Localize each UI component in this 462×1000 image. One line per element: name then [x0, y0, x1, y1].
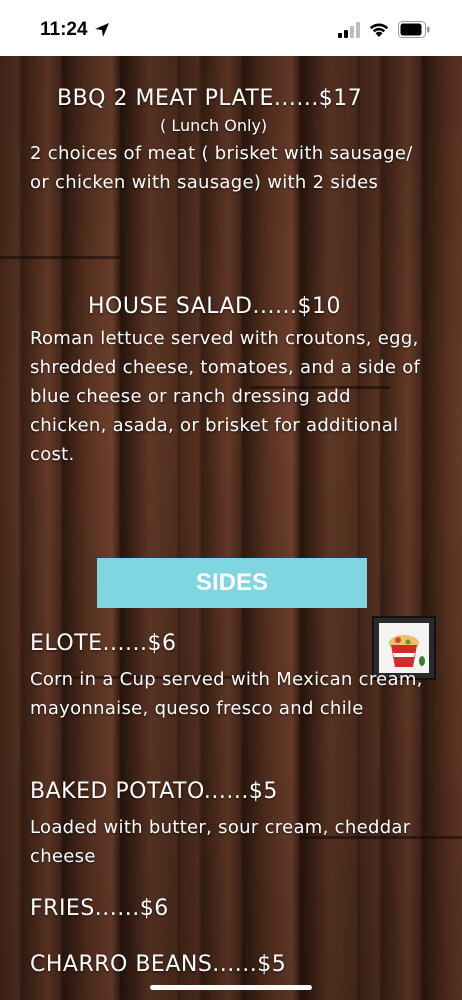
side-description-elote: Corn in a Cup served with Mexican cream,… [30, 669, 423, 719]
item-subtitle-lunch-only: ( Lunch Only) [160, 116, 268, 135]
item-description-house-salad: Roman lettuce served with croutons, egg,… [30, 328, 421, 465]
sides-heading-bar: SIDES [97, 558, 367, 608]
status-time: 11:24 [40, 19, 88, 40]
menu-board[interactable]: BBQ 2 MEAT PLATE......$17 ( Lunch Only) … [0, 56, 462, 1000]
side-title-fries: FRIES......$6 [30, 896, 169, 921]
home-indicator[interactable] [150, 985, 312, 990]
side-title-baked-potato: BAKED POTATO......$5 [30, 779, 278, 804]
side-title-elote: ELOTE......$6 [30, 631, 177, 656]
plank-seam [0, 256, 120, 259]
cellular-signal-icon [338, 22, 360, 38]
item-title-house-salad: HOUSE SALAD......$10 [88, 294, 341, 319]
battery-icon [398, 21, 430, 38]
item-title-bbq-plate: BBQ 2 MEAT PLATE......$17 [57, 86, 363, 111]
location-arrow-icon [95, 23, 109, 37]
side-description-baked-potato: Loaded with butter, sour cream, cheddar … [30, 817, 411, 867]
side-title-charro-beans: CHARRO BEANS......$5 [30, 952, 287, 977]
wifi-icon [369, 23, 389, 37]
sides-heading: SIDES [195, 569, 269, 596]
status-bar: 11:24 [0, 0, 462, 56]
item-description-bbq-plate: 2 choices of meat ( brisket with sausage… [30, 143, 413, 193]
